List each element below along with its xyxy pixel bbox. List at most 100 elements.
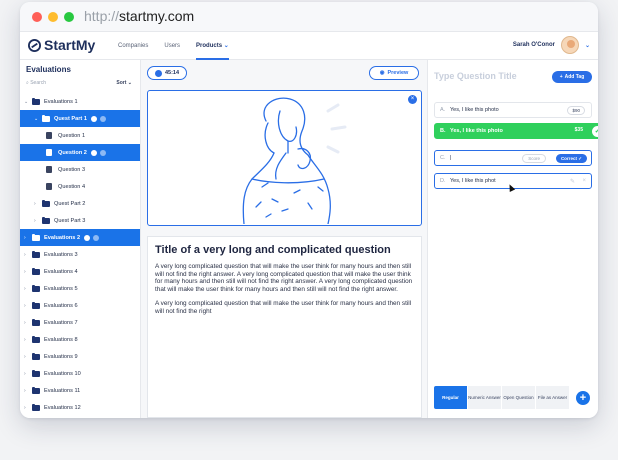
add-item-icon[interactable] <box>90 149 97 156</box>
more-options-icon[interactable] <box>99 149 106 156</box>
folder-icon <box>42 216 50 224</box>
maximize-window-button[interactable] <box>64 12 74 22</box>
tree-folder-item[interactable]: › Quest Part 3 <box>20 212 140 229</box>
nav-products-label: Products <box>196 43 223 49</box>
tree-folder-item[interactable]: › Evaluations 11 <box>20 382 140 399</box>
tree-folder-item[interactable]: › Evaluations 12 <box>20 399 140 416</box>
add-tag-label: Add Tag <box>564 74 585 80</box>
tree-item-label: Evaluations 9 <box>44 353 78 360</box>
sort-label: Sort <box>116 80 127 86</box>
folder-icon <box>32 301 40 309</box>
tree-folder-item[interactable]: ⌄ Quest Part 1 <box>20 110 140 127</box>
chevron-right-icon[interactable]: › <box>24 388 32 394</box>
more-options-icon[interactable] <box>93 234 100 241</box>
tree-folder-item[interactable]: › Quest Part 2 <box>20 195 140 212</box>
tree-item-label: Quest Part 1 <box>54 115 87 122</box>
answer-text-input[interactable]: | <box>450 155 451 161</box>
chevron-right-icon[interactable]: › <box>34 218 42 224</box>
tree-folder-item[interactable]: › Evaluations 10 <box>20 365 140 382</box>
url-protocol: http:// <box>84 8 120 24</box>
user-menu[interactable]: Sarah O'Conor ⌄ <box>513 36 590 54</box>
question-body[interactable]: A very long complicated question that wi… <box>155 263 417 323</box>
timer[interactable]: 45:14 <box>147 66 187 80</box>
sort-button[interactable]: Sort ⌄ <box>116 80 132 86</box>
type-open-question[interactable]: Open Question <box>502 386 536 409</box>
chevron-right-icon[interactable]: › <box>24 320 32 326</box>
correct-button[interactable]: Correct ✓ <box>555 154 587 163</box>
preview-button[interactable]: ◉ Preview <box>369 66 419 80</box>
type-file-as-answer[interactable]: File as Answer <box>536 386 570 409</box>
pencil-icon[interactable]: ✎ <box>570 178 575 185</box>
answers-panel: Type Question Title + Add Tag A. Yes, I … <box>428 60 598 418</box>
tree-folder-item[interactable]: › Evaluations 2 <box>20 229 140 246</box>
folder-icon <box>32 233 40 241</box>
answer-b[interactable]: B. Yes, I like this photo $35 ✓ <box>434 123 598 139</box>
add-question-button[interactable]: + <box>576 391 590 405</box>
check-icon[interactable]: ✓ <box>592 126 598 137</box>
chevron-right-icon[interactable]: › <box>24 269 32 275</box>
chevron-right-icon[interactable]: › <box>24 303 32 309</box>
folder-icon <box>32 267 40 275</box>
tree-folder-item[interactable]: ⌄ Evaluations 1 <box>20 93 140 110</box>
logo-icon <box>28 38 41 52</box>
type-regular[interactable]: Regular <box>434 386 468 409</box>
url-bar[interactable]: http://startmy.com <box>84 8 194 24</box>
chevron-right-icon[interactable]: › <box>24 235 32 241</box>
nav-products[interactable]: Products ⌄ <box>196 32 229 60</box>
chevron-down-icon[interactable]: ⌄ <box>34 116 42 122</box>
type-numeric-answer[interactable]: Numeric Answer <box>468 386 502 409</box>
remove-image-icon[interactable]: × <box>408 95 417 104</box>
tree-folder-item[interactable]: › Evaluations 7 <box>20 314 140 331</box>
search-input[interactable]: ⌕ Search <box>26 80 46 86</box>
tree-folder-item[interactable]: › Evaluations 3 <box>20 246 140 263</box>
tree-item-label: Quest Part 2 <box>54 200 86 207</box>
logo[interactable]: StartMy <box>28 37 95 53</box>
chevron-down-icon[interactable]: ⌄ <box>24 99 32 105</box>
tree-question-item[interactable]: Question 4 <box>20 178 140 195</box>
question-title[interactable]: Title of a very long and complicated que… <box>155 244 391 256</box>
score-input[interactable]: Score <box>522 154 546 163</box>
chevron-right-icon[interactable]: › <box>24 405 32 411</box>
folder-icon <box>32 369 40 377</box>
tree-question-item[interactable]: Question 3 <box>20 161 140 178</box>
minimize-window-button[interactable] <box>48 12 58 22</box>
folder-icon <box>32 352 40 360</box>
tree-question-item[interactable]: Question 2 <box>20 144 140 161</box>
nav-users[interactable]: Users <box>164 32 180 60</box>
tree-folder-item[interactable]: › Evaluations 4 <box>20 263 140 280</box>
question-card[interactable]: Title of a very long and complicated que… <box>147 236 422 418</box>
answer-text: Yes, I like this photo <box>450 128 503 134</box>
answer-a[interactable]: A. Yes, I like this photo $90 <box>434 102 592 118</box>
add-item-icon[interactable] <box>90 115 97 122</box>
more-options-icon[interactable] <box>99 115 106 122</box>
chevron-right-icon[interactable]: › <box>24 286 32 292</box>
close-icon[interactable]: × <box>582 178 586 184</box>
tree-folder-item[interactable]: › Evaluations 9 <box>20 348 140 365</box>
chevron-right-icon[interactable]: › <box>24 371 32 377</box>
tree-folder-item[interactable]: › Evaluations 6 <box>20 297 140 314</box>
tree-item-label: Evaluations 11 <box>44 387 81 394</box>
add-item-icon[interactable] <box>84 234 91 241</box>
tree-item-label: Evaluations 10 <box>44 370 81 377</box>
chevron-right-icon[interactable]: › <box>34 201 42 207</box>
nav-companies[interactable]: Companies <box>118 32 148 60</box>
question-image[interactable]: × <box>147 90 422 226</box>
folder-icon <box>32 386 40 394</box>
clock-icon <box>154 69 162 77</box>
add-tag-button[interactable]: + Add Tag <box>552 71 592 83</box>
chevron-right-icon[interactable]: › <box>24 337 32 343</box>
app-window: http://startmy.com StartMy Companies Use… <box>20 2 598 418</box>
tree-question-item[interactable]: Question 1 <box>20 127 140 144</box>
answer-c[interactable]: C. | Score Correct ✓ <box>434 150 592 166</box>
question-editor: 45:14 ◉ Preview × Title of a very long a… <box>141 60 428 418</box>
avatar <box>560 36 579 54</box>
check-icon: ✓ <box>578 156 582 161</box>
close-window-button[interactable] <box>32 12 42 22</box>
question-title-input[interactable]: Type Question Title <box>434 71 517 81</box>
chevron-right-icon[interactable]: › <box>24 354 32 360</box>
sidebar: Evaluations ⌕ Search Sort ⌄ ⌄ Evaluations… <box>20 60 141 418</box>
tree-folder-item[interactable]: › Evaluations 5 <box>20 280 140 297</box>
chevron-right-icon[interactable]: › <box>24 252 32 258</box>
tree-folder-item[interactable]: › Evaluations 8 <box>20 331 140 348</box>
tree-item-label: Evaluations 3 <box>44 251 78 258</box>
